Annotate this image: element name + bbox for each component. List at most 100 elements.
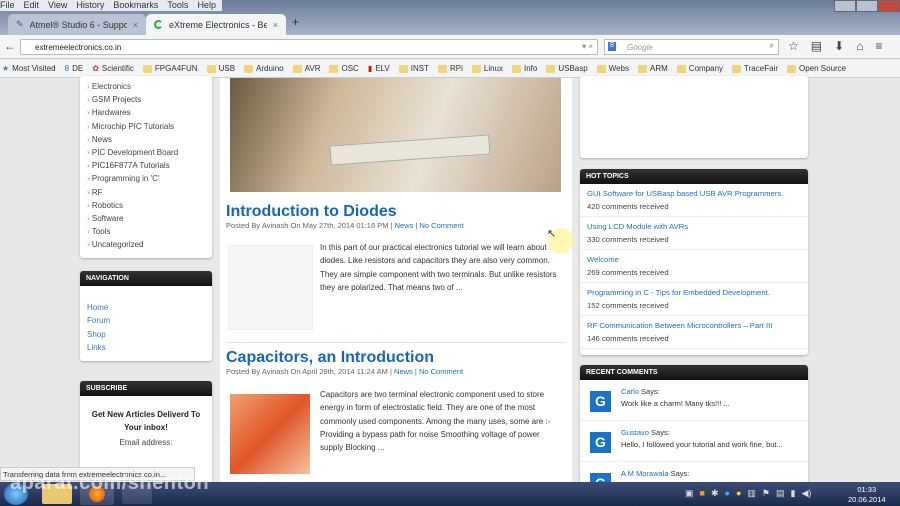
menu-icon[interactable]: ≡ <box>875 39 882 53</box>
flag-icon[interactable]: ⚑ <box>762 488 770 499</box>
category-link[interactable]: Software <box>80 214 212 227</box>
menu-view[interactable]: View <box>48 0 67 11</box>
category-link[interactable]: GSM Projects <box>80 95 212 108</box>
minimize-button[interactable] <box>834 0 856 12</box>
bookmark-item[interactable]: OSC <box>329 64 359 73</box>
reading-list-icon[interactable]: ▤ <box>811 39 822 53</box>
bookmark-item[interactable]: Arduino <box>244 64 284 73</box>
widget-title: NAVIGATION <box>80 271 212 286</box>
menu-edit[interactable]: Edit <box>24 0 40 11</box>
category-link[interactable]: Electronics <box>80 82 212 95</box>
search-icon[interactable]: ⌕ <box>770 41 774 51</box>
clear-url-icon[interactable]: ▾ × <box>582 42 593 51</box>
category-link[interactable]: Programming in 'C' <box>80 174 212 187</box>
comments-link[interactable]: No Comment <box>419 367 463 376</box>
bookmark-item[interactable]: USB <box>206 64 235 73</box>
close-tab-icon[interactable]: × <box>273 20 278 30</box>
bookmark-item[interactable]: USBasp <box>546 64 588 73</box>
category-link[interactable]: RF <box>80 188 212 201</box>
bookmark-item[interactable]: AVR <box>292 64 320 73</box>
maximize-button[interactable] <box>856 0 878 12</box>
hot-topic-link[interactable]: RF Communication Between Microcontroller… <box>587 321 801 330</box>
bookmark-item[interactable]: 8 DE <box>65 64 84 73</box>
menu-file[interactable]: File <box>0 0 15 11</box>
menu-tools[interactable]: Tools <box>167 0 188 11</box>
bookmark-item[interactable]: INST <box>398 64 429 73</box>
post-title[interactable]: Introduction to Diodes <box>226 203 566 221</box>
post-meta: Posted By Avinash On April 29th, 2014 11… <box>226 367 464 376</box>
hot-topic-link[interactable]: Welcome <box>587 255 801 264</box>
category-link[interactable]: Microchip PIC Tutorials <box>80 122 212 135</box>
diode-thumbnail[interactable] <box>228 245 313 330</box>
bookmark-star-icon[interactable]: ☆ <box>788 39 799 53</box>
bookmark-item[interactable]: TraceFair <box>732 64 778 73</box>
bookmark-item[interactable]: ARM <box>638 64 668 73</box>
folder-icon <box>546 64 556 73</box>
comment-author[interactable]: A M Morawala <box>621 469 669 478</box>
nav-link[interactable]: Home <box>87 303 205 316</box>
close-window-button[interactable] <box>878 0 900 12</box>
bookmark-item[interactable]: FPGA4FUN <box>142 64 198 73</box>
category-link[interactable]: Robotics <box>80 201 212 214</box>
hot-topic-item: RF Communication Between Microcontroller… <box>580 316 808 349</box>
bookmark-item[interactable]: RPi <box>437 64 463 73</box>
clock[interactable]: 01:33 20.06.2014 <box>848 485 886 505</box>
close-tab-icon[interactable]: × <box>133 20 138 30</box>
nav-link[interactable]: Links <box>87 343 205 356</box>
bookmark-label: USBasp <box>558 64 588 73</box>
tab-extreme-electronics[interactable]: eXtreme Electronics - Best ... × <box>146 14 286 35</box>
category-link[interactable]: PIC16F877A Tutorials <box>80 161 212 174</box>
comments-link[interactable]: No Comment <box>419 221 463 230</box>
says-label: Says: <box>651 428 670 437</box>
loading-icon <box>154 20 163 29</box>
category-link[interactable]: News <box>395 221 414 230</box>
tray-icon[interactable]: ▣ <box>685 488 694 499</box>
nav-link[interactable]: Forum <box>87 316 205 329</box>
category-link[interactable]: Tools <box>80 227 212 240</box>
clock-date: 20.06.2014 <box>848 495 886 504</box>
signal-icon[interactable]: ▮ <box>790 488 795 499</box>
clipboard-icon[interactable]: ▤ <box>776 488 785 499</box>
bookmark-item[interactable]: Info <box>512 64 537 73</box>
back-button[interactable]: ← <box>4 39 16 53</box>
bookmark-item[interactable]: ✿ Scientific <box>92 64 134 73</box>
bookmark-item[interactable]: ▮ ELV <box>368 64 390 73</box>
hot-topic-link[interactable]: GUI Software for USBasp based USB AVR Pr… <box>587 189 801 198</box>
hot-topic-link[interactable]: Using LCD Module with AVRs <box>587 222 801 231</box>
new-tab-button[interactable]: + <box>292 15 299 29</box>
home-icon[interactable]: ⌂ <box>856 39 863 53</box>
bookmark-item[interactable]: Webs <box>596 64 629 73</box>
download-icon[interactable]: ⬇ <box>834 39 844 53</box>
bluetooth-icon[interactable]: ✱ <box>711 488 719 499</box>
tab-atmel[interactable]: ✎ Atmel® Studio 6 - Support... × <box>8 14 146 35</box>
category-link[interactable]: Uncategorized <box>80 240 212 253</box>
folder-icon <box>732 64 742 73</box>
post-title[interactable]: Capacitors, an Introduction <box>226 349 566 367</box>
comment-author[interactable]: Carlo <box>621 387 639 396</box>
category-link[interactable]: News <box>80 135 212 148</box>
category-link[interactable]: Hardwares <box>80 108 212 121</box>
bookmark-item[interactable]: Company <box>676 64 723 73</box>
menu-help[interactable]: Help <box>197 0 216 11</box>
folder-icon <box>244 64 254 73</box>
category-link[interactable]: News <box>394 367 413 376</box>
url-bar[interactable]: extremeelectronics.co.in ▾ × <box>20 39 598 55</box>
bookmark-label: OSC <box>341 64 359 73</box>
capacitor-thumbnail[interactable] <box>230 394 310 474</box>
search-input[interactable]: 8 Google ⌕ <box>604 39 779 55</box>
tray-icon[interactable]: ● <box>725 488 730 499</box>
network-icon[interactable]: ▥ <box>747 488 756 499</box>
volume-icon[interactable]: ◀) <box>801 488 811 499</box>
tray-icon[interactable]: ● <box>736 488 741 499</box>
category-link[interactable]: PIC Development Board <box>80 148 212 161</box>
bookmark-item[interactable]: Linux <box>471 64 503 73</box>
bookmark-item[interactable]: Open Source <box>786 64 846 73</box>
tray-icon[interactable]: ■ <box>700 488 705 499</box>
comment-author[interactable]: Gustavo <box>621 428 649 437</box>
menu-bookmarks[interactable]: Bookmarks <box>113 0 158 11</box>
bookmark-label: Info <box>524 64 538 73</box>
menu-history[interactable]: History <box>76 0 104 11</box>
hot-topic-link[interactable]: Programming in C - Tips for Embedded Dev… <box>587 288 801 297</box>
nav-link[interactable]: Shop <box>87 330 205 343</box>
bookmark-item[interactable]: ★ Most Visited <box>2 64 56 73</box>
